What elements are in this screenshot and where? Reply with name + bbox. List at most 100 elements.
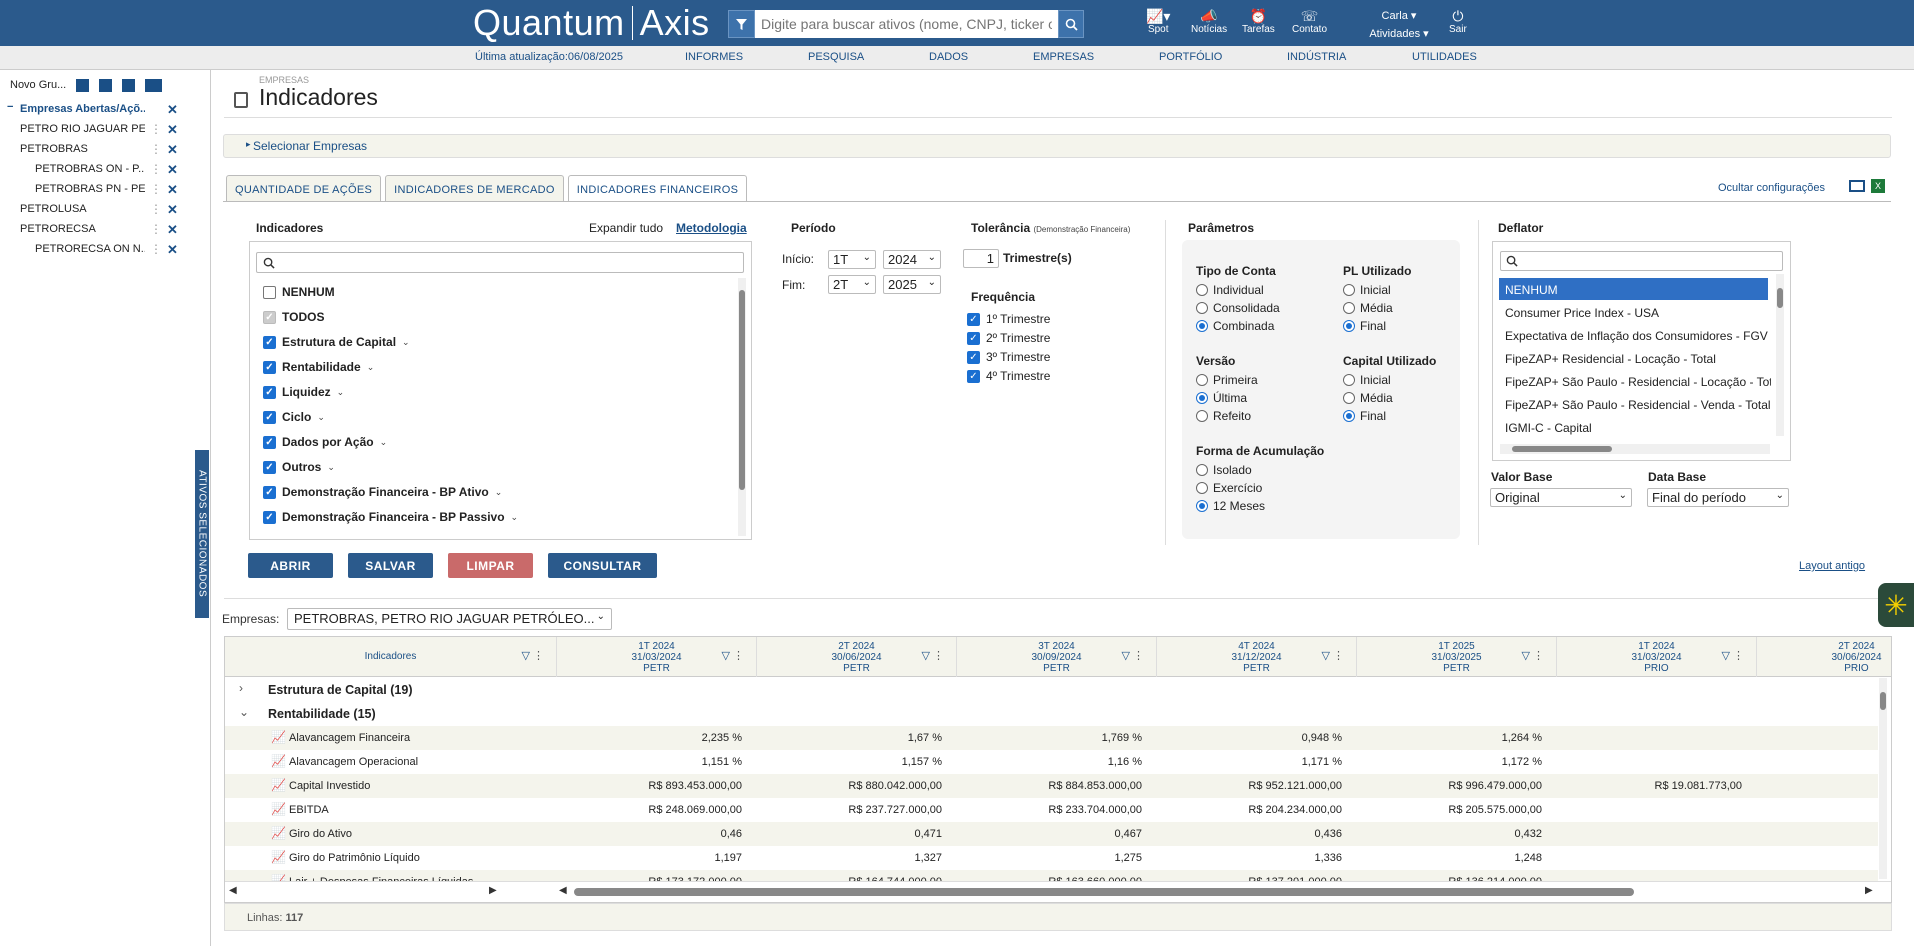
radio[interactable] (1343, 392, 1355, 404)
radio[interactable] (1196, 482, 1208, 494)
scroll-thumb[interactable] (1777, 288, 1783, 308)
empresas-select[interactable]: PETROBRAS, PETRO RIO JAGUAR PETRÓLEO... ⌄ (287, 608, 612, 630)
filter-icon[interactable]: ▽ (1122, 651, 1130, 662)
column-header[interactable]: 1T 2025 31/03/2025 PETR ▽ ⋮ (1357, 637, 1557, 677)
search-filter-icon[interactable] (728, 10, 755, 38)
tree-item[interactable]: PETROBRAS ON - P... ⋮ ✕ (0, 162, 185, 178)
layout-antigo-link[interactable]: Layout antigo (1799, 560, 1865, 572)
filter-icon[interactable]: ▽ (1322, 651, 1330, 662)
scroll-thumb[interactable] (1512, 446, 1612, 452)
radio[interactable] (1196, 374, 1208, 386)
search-input[interactable] (755, 10, 1058, 38)
chevron-down-icon[interactable]: ⌄ (402, 337, 410, 348)
chevron-down-icon[interactable]: ⌄ (367, 362, 375, 373)
deflator-item[interactable]: Consumer Price Index - USA (1505, 306, 1771, 320)
filter-icon[interactable]: ▽ (1522, 651, 1530, 662)
tree-item[interactable]: PETRORECSA ON N... ⋮ ✕ (0, 242, 185, 258)
deflator-item[interactable]: Expectativa de Inflação dos Consumidores… (1505, 329, 1771, 343)
chevron-down-icon[interactable]: ⌄ (327, 462, 335, 473)
fim-quarter-select[interactable]: 2T ⌄ (828, 275, 876, 294)
grid-hscroll[interactable]: ◀ ▶ ◀ ▶ (225, 881, 1891, 902)
capital-option[interactable]: Inicial (1343, 373, 1391, 387)
tree-item[interactable]: PETROLUSA ⋮ ✕ (0, 202, 185, 218)
valor-base-select[interactable]: Original ⌄ (1490, 488, 1632, 507)
frequencia-checkbox[interactable]: ✓ 3º Trimestre (967, 349, 1050, 365)
column-header[interactable]: 3T 2024 30/09/2024 PETR ▽ ⋮ (957, 637, 1157, 677)
more-icon[interactable]: ⋮ (150, 202, 162, 216)
tree-item[interactable]: − Empresas Abertas/Açõ... ✕ (0, 101, 185, 118)
checkbox[interactable]: ✓ (967, 331, 980, 345)
indicator-checkbox[interactable]: ✓ Liquidez ⌄ (263, 384, 344, 400)
filter-icon[interactable]: ▽ (922, 651, 930, 662)
spot-button[interactable]: 📈▾ Spot (1146, 8, 1170, 35)
indicator-checkbox[interactable]: NENHUM (263, 284, 335, 300)
more-icon[interactable]: ⋮ (150, 162, 162, 176)
helper-widget-icon[interactable]: ✳ (1878, 583, 1914, 627)
chevron-down-icon[interactable]: ⌄ (511, 512, 519, 523)
tipo_conta-option[interactable]: Combinada (1196, 319, 1274, 333)
tolerancia-input[interactable]: 1 (963, 249, 999, 268)
excel-icon[interactable]: X (1871, 179, 1885, 193)
deflator-item[interactable]: FipeZAP+ São Paulo - Residencial - Venda… (1505, 398, 1771, 412)
menu-dados[interactable]: DADOS (929, 51, 968, 63)
logo[interactable]: Quantum Axis (473, 2, 710, 44)
scroll-right-icon[interactable]: ▶ (489, 885, 497, 896)
noticias-button[interactable]: 📣 Notícias (1191, 8, 1227, 35)
scroll-left-icon[interactable]: ◀ (229, 885, 237, 896)
radio[interactable] (1343, 410, 1355, 422)
tipo_conta-option[interactable]: Consolidada (1196, 301, 1280, 315)
group-row[interactable]: ⌄ Rentabilidade (15) (225, 702, 1878, 726)
chevron-down-icon[interactable]: ⌄ (239, 705, 249, 719)
chevron-down-icon[interactable]: ⌄ (495, 487, 503, 498)
more-icon[interactable]: ⋮ (1733, 651, 1744, 662)
checkbox[interactable]: ✓ (263, 385, 276, 399)
radio[interactable] (1343, 374, 1355, 386)
column-header[interactable]: 1T 2024 31/03/2024 PRIO ▽ ⋮ (1557, 637, 1757, 677)
more-icon[interactable]: ⋮ (533, 651, 544, 662)
tree-item[interactable]: PETRORECSA ⋮ ✕ (0, 222, 185, 238)
chevron-down-icon[interactable]: ⌄ (317, 412, 325, 423)
checkbox[interactable] (263, 285, 276, 299)
checkbox[interactable]: ✓ (967, 350, 980, 364)
checkbox[interactable]: ✓ (263, 510, 276, 524)
close-icon[interactable]: ✕ (167, 222, 178, 238)
more-icon[interactable]: ⋮ (1133, 651, 1144, 662)
menu-portfolio[interactable]: PORTFÓLIO (1159, 51, 1222, 63)
consultar-button[interactable]: CONSULTAR (548, 553, 657, 578)
scroll-thumb[interactable] (1880, 692, 1886, 710)
deflator-hscroll[interactable] (1500, 444, 1770, 454)
table-row[interactable]: 📈 EBITDA R$ 248.069.000,00 R$ 237.727.000,0… (225, 798, 1878, 822)
versao-option[interactable]: Última (1196, 391, 1247, 405)
menu-utilidades[interactable]: UTILIDADES (1412, 51, 1477, 63)
more-icon[interactable]: ⋮ (150, 242, 162, 256)
menu-empresas[interactable]: EMPRESAS (1033, 51, 1094, 63)
table-row[interactable]: 📈 Alavancagem Operacional 1,151 % 1,157 % 1,… (225, 750, 1878, 774)
line-chart-icon[interactable]: 📈 (271, 826, 286, 840)
user-menu[interactable]: Carla ▾ Atividades ▾ (1364, 9, 1434, 40)
checkbox[interactable]: ✓ (263, 410, 276, 424)
pl-option[interactable]: Final (1343, 319, 1386, 333)
new-file-icon[interactable] (122, 78, 136, 92)
column-header[interactable]: 4T 2024 31/12/2024 PETR ▽ ⋮ (1157, 637, 1357, 677)
chevron-right-icon[interactable]: › (239, 681, 243, 695)
versao-option[interactable]: Primeira (1196, 373, 1258, 387)
close-icon[interactable]: ✕ (167, 102, 178, 118)
radio[interactable] (1196, 392, 1208, 404)
filter-icon[interactable]: ▽ (522, 651, 530, 662)
save-icon[interactable] (76, 78, 90, 92)
scroll-left-icon[interactable]: ◀ (559, 885, 567, 896)
line-chart-icon[interactable]: 📈 (271, 778, 286, 792)
close-icon[interactable]: ✕ (167, 162, 178, 178)
menu-industria[interactable]: INDÚSTRIA (1287, 51, 1346, 63)
more-icon[interactable]: ⋮ (150, 222, 162, 236)
checkbox[interactable]: ✓ (263, 435, 276, 449)
methodology-link[interactable]: Metodologia (676, 221, 747, 235)
tree-item[interactable]: PETROBRAS ⋮ ✕ (0, 142, 185, 158)
column-header[interactable]: 2T 2024 30/06/2024 PETR ▽ ⋮ (757, 637, 957, 677)
contato-button[interactable]: ☏ Contato (1292, 8, 1327, 35)
radio[interactable] (1196, 500, 1208, 512)
grid-vscroll[interactable] (1879, 678, 1887, 879)
line-chart-icon[interactable]: 📈 (271, 730, 286, 744)
more-icon[interactable]: ⋮ (733, 651, 744, 662)
ativos-selecionados-tab[interactable]: ATIVOS SELECIONADOS (195, 450, 209, 618)
